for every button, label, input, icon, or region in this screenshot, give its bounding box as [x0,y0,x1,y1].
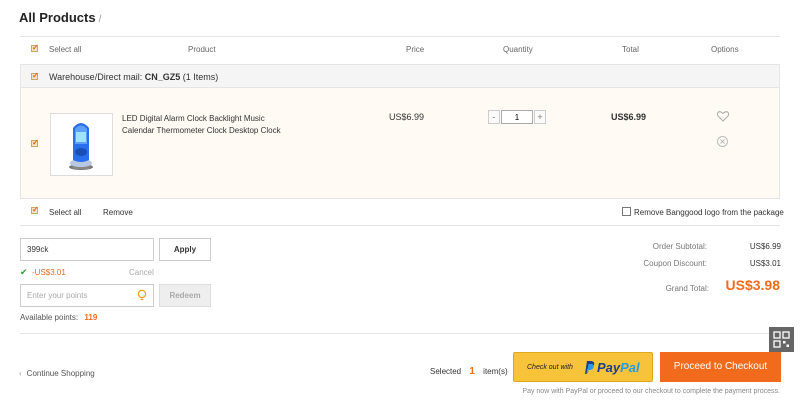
header-price: Price [406,45,425,54]
page-title-text: All Products [19,10,96,25]
page-title-separator: / [98,14,102,25]
divider [20,36,780,37]
page-title: All Products / [19,10,101,25]
available-points-label: Available points: [20,313,79,322]
apply-coupon-button[interactable]: Apply [159,238,211,261]
chevron-left-icon: ‹ [19,369,22,378]
divider [20,333,780,334]
warehouse-code: CN_GZ5 [144,72,181,82]
grand-total-value: US$3.98 [725,277,780,293]
paypal-checkout-button[interactable]: Check out with PayPal [513,352,653,382]
item-checkbox[interactable] [31,138,39,147]
proceed-to-checkout-button[interactable]: Proceed to Checkout [660,352,781,382]
wishlist-heart-icon[interactable] [716,111,730,124]
continue-shopping-link[interactable]: ‹ Continue Shopping [19,369,95,378]
header-total: Total [622,45,639,54]
available-points: Available points: 119 [20,313,97,322]
item-price: US$6.99 [389,112,425,122]
quantity-input[interactable] [501,110,533,124]
lightbulb-icon [137,289,147,304]
paypal-wordmark-pal: Pal [620,360,640,375]
remove-selected-link[interactable]: Remove [103,208,133,217]
header-quantity: Quantity [503,45,533,54]
paypal-prefix: Check out with [527,364,573,371]
product-thumbnail[interactable] [50,113,113,176]
footer-select-all-label[interactable]: Select all [49,208,81,217]
points-input[interactable] [20,284,154,307]
quantity-decrease-button[interactable]: - [488,110,500,124]
cart-item-row [20,88,780,199]
warehouse-prefix: Warehouse/Direct mail: [49,72,143,82]
product-title[interactable]: LED Digital Alarm Clock Backlight Music … [122,113,281,137]
item-total: US$6.99 [611,112,647,122]
order-subtotal-value: US$6.99 [749,242,781,251]
selected-suffix: item(s) [483,367,508,376]
paypal-wordmark-pay: Pay [597,360,621,375]
product-title-line1[interactable]: LED Digital Alarm Clock Backlight Music [122,113,281,125]
warehouse-checkbox[interactable] [31,71,39,80]
qr-code-icon[interactable] [769,327,794,352]
cancel-coupon-link[interactable]: Cancel [129,268,154,277]
grand-total-label: Grand Total: [665,284,709,293]
available-points-value: 119 [84,313,98,322]
paypal-logo-icon [583,360,595,377]
remove-logo-checkbox[interactable] [622,207,631,216]
alarm-clock-image [69,123,93,170]
paypal-wordmark: PayPal [597,360,640,375]
remove-logo-label[interactable]: Remove Banggood logo from the package [634,208,784,217]
quantity-increase-button[interactable]: + [534,110,546,124]
coupon-discount-summary-value: US$3.01 [749,259,781,268]
coupon-discount-label: Coupon Discount: [643,259,707,268]
selected-count: 1 [469,366,475,377]
warehouse-count: (1 Items) [182,72,219,82]
divider [20,225,780,226]
check-icon: ✔ [20,267,28,277]
coupon-discount-value: -US$3.01 [32,268,66,277]
selected-items-summary: Selected 1 item(s) [430,366,508,377]
product-title-line2[interactable]: Calendar Thermometer Clock Desktop Clock [122,125,281,137]
order-subtotal-label: Order Subtotal: [652,242,707,251]
select-all-label[interactable]: Select all [49,45,81,54]
header-product: Product [188,45,216,54]
continue-shopping-label[interactable]: Continue Shopping [27,369,95,378]
header-options: Options [711,45,739,54]
coupon-input[interactable] [20,238,154,261]
warehouse-label: Warehouse/Direct mail: CN_GZ5 (1 Items) [49,72,218,82]
selected-label: Selected [430,367,462,376]
select-all-checkbox[interactable] [31,43,39,52]
footer-select-all-checkbox[interactable] [31,205,39,214]
payment-note: Pay now with PayPal or proceed to our ch… [522,388,780,395]
remove-item-icon[interactable] [717,136,728,149]
redeem-button[interactable]: Redeem [159,284,211,307]
